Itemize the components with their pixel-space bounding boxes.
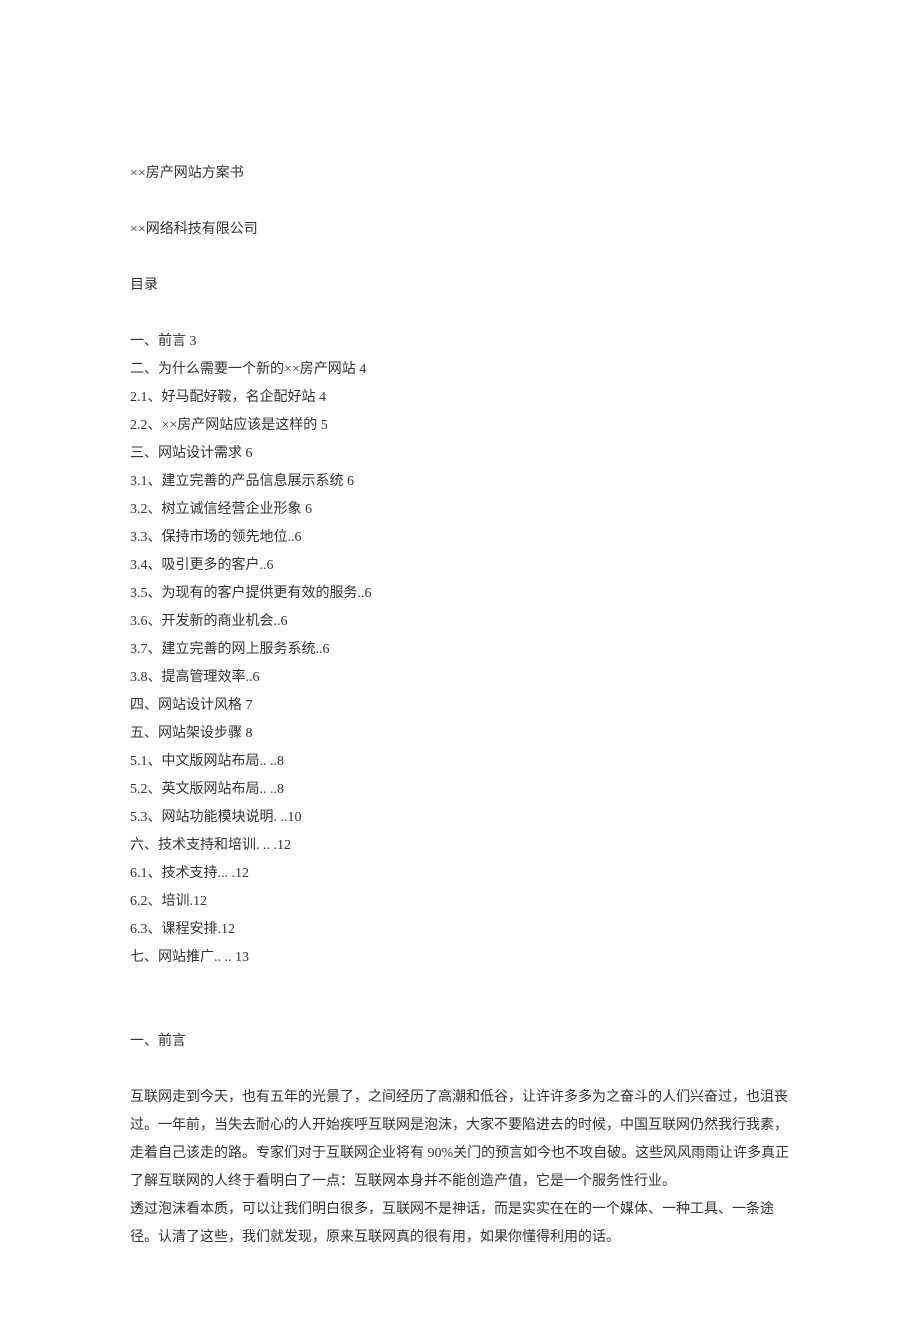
toc-item: 七、网站推广.. .. 13 [130, 944, 790, 972]
toc-item: 3.2、树立诚信经营企业形象 6 [130, 496, 790, 524]
toc-item: 五、网站架设步骤 8 [130, 720, 790, 748]
toc-item: 5.2、英文版网站布局.. ..8 [130, 776, 790, 804]
paragraph: 互联网走到今天，也有五年的光景了，之间经历了高潮和低谷，让许许多多为之奋斗的人们… [130, 1084, 790, 1196]
toc-item: 3.5、为现有的客户提供更有效的服务..6 [130, 580, 790, 608]
toc-item: 5.3、网站功能模块说明. ..10 [130, 804, 790, 832]
toc-item: 2.1、好马配好鞍，名企配好站 4 [130, 384, 790, 412]
toc-item: 3.7、建立完善的网上服务系统..6 [130, 636, 790, 664]
company-name: ××网络科技有限公司 [130, 216, 790, 244]
toc-item: 2.2、××房产网站应该是这样的 5 [130, 412, 790, 440]
toc-heading: 目录 [130, 272, 790, 300]
toc-item: 六、技术支持和培训. .. .12 [130, 832, 790, 860]
toc-item: 5.1、中文版网站布局.. ..8 [130, 748, 790, 776]
toc-item: 6.3、课程安排.12 [130, 916, 790, 944]
section-heading: 一、前言 [130, 1028, 790, 1056]
paragraph: 透过泡沫看本质，可以让我们明白很多，互联网不是神话，而是实实在在的一个媒体、一种… [130, 1196, 790, 1252]
toc-item: 6.1、技术支持... .12 [130, 860, 790, 888]
document-title: ××房产网站方案书 [130, 160, 790, 188]
toc-item: 3.3、保持市场的领先地位..6 [130, 524, 790, 552]
toc-item: 二、为什么需要一个新的××房产网站 4 [130, 356, 790, 384]
toc-item: 3.6、开发新的商业机会..6 [130, 608, 790, 636]
toc-item: 三、网站设计需求 6 [130, 440, 790, 468]
toc-item: 四、网站设计风格 7 [130, 692, 790, 720]
toc-item: 6.2、培训.12 [130, 888, 790, 916]
toc-item: 3.8、提高管理效率..6 [130, 664, 790, 692]
toc-item: 3.1、建立完善的产品信息展示系统 6 [130, 468, 790, 496]
toc-item: 3.4、吸引更多的客户..6 [130, 552, 790, 580]
toc-item: 一、前言 3 [130, 328, 790, 356]
